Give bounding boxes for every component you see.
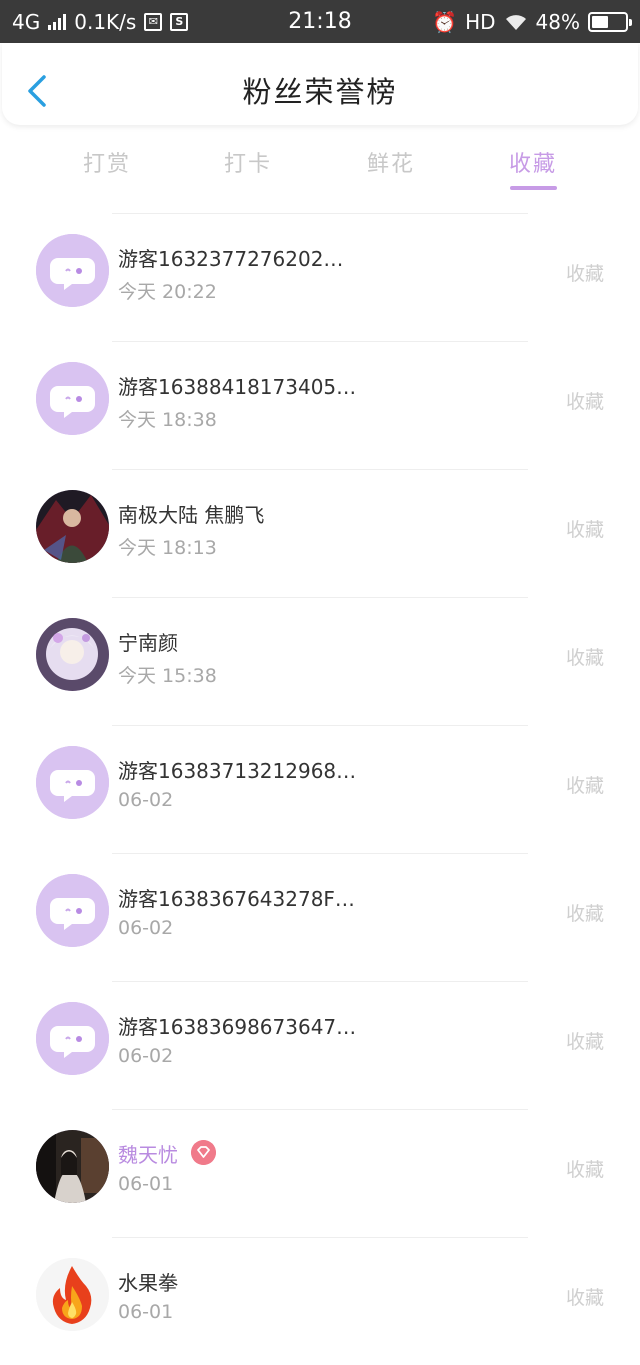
list-item[interactable]: 游客1632377276202… 今天 20:22 收藏: [0, 213, 640, 341]
action-label: 收藏: [565, 1031, 604, 1053]
action-label: 收藏: [565, 903, 604, 925]
page-title: 粉丝荣誉榜: [242, 75, 398, 109]
notification-icon: ✉: [144, 12, 163, 31]
guest-avatar-icon[interactable]: [36, 746, 109, 819]
action-label: 收藏: [565, 1287, 604, 1309]
timestamp: 今天 15:38: [118, 665, 217, 687]
hd-indicator: HD: [465, 9, 496, 34]
list-item[interactable]: 魏天忧 06-01 收藏: [0, 1109, 640, 1237]
tab-reward[interactable]: 打赏: [62, 146, 152, 178]
divider: [112, 213, 528, 214]
flame-avatar-icon[interactable]: [36, 1258, 109, 1331]
user-name: 魏天忧: [118, 1143, 178, 1167]
user-name: 游客16383713212968…: [118, 759, 357, 783]
user-name: 游客1632377276202…: [118, 247, 344, 271]
divider: [112, 981, 528, 982]
list-item[interactable]: 游客1638367643278F… 06-02 收藏: [0, 853, 640, 981]
tab-favorites[interactable]: 收藏: [488, 146, 578, 178]
user-name: 游客1638367643278F…: [118, 887, 355, 911]
action-label: 收藏: [565, 391, 604, 413]
guest-avatar-icon[interactable]: [36, 362, 109, 435]
status-bar: 4G 0.1K/s ✉ S 21:18 ⏰ HD 48%: [0, 0, 640, 43]
user-avatar-image[interactable]: [36, 618, 109, 691]
list-item[interactable]: 游客16383713212968… 06-02 收藏: [0, 725, 640, 853]
divider: [112, 597, 528, 598]
action-label: 收藏: [565, 519, 604, 541]
guest-avatar-icon[interactable]: [36, 234, 109, 307]
action-label: 收藏: [565, 1159, 604, 1181]
divider: [112, 725, 528, 726]
network-type: 4G: [12, 9, 41, 34]
list-item[interactable]: 游客16383698673647… 06-02 收藏: [0, 981, 640, 1109]
divider: [112, 341, 528, 342]
timestamp: 06-02: [118, 789, 174, 811]
timestamp: 06-01: [118, 1301, 174, 1323]
timestamp: 今天 18:38: [118, 409, 217, 431]
header: 粉丝荣誉榜: [2, 43, 638, 125]
fan-list: 游客1632377276202… 今天 20:22 收藏 游客163884181…: [0, 213, 640, 1365]
network-speed: 0.1K/s: [74, 9, 137, 34]
timestamp: 06-02: [118, 1045, 174, 1067]
user-name: 游客16383698673647…: [118, 1015, 357, 1039]
user-avatar-image[interactable]: [36, 490, 109, 563]
timestamp: 今天 18:13: [118, 537, 217, 559]
user-name: 水果拳: [118, 1271, 178, 1295]
battery-percent: 48%: [535, 9, 580, 34]
battery-icon: [588, 11, 632, 32]
list-item[interactable]: 宁南颜 今天 15:38 收藏: [0, 597, 640, 725]
user-name: 南极大陆 焦鹏飞: [118, 503, 265, 527]
tab-bar: 打赏 打卡 鲜花 收藏: [0, 140, 640, 200]
app-notification-icon: S: [170, 12, 189, 31]
timestamp: 06-02: [118, 917, 174, 939]
timestamp: 06-01: [118, 1173, 174, 1195]
alarm-icon: ⏰: [432, 9, 458, 34]
user-name: 宁南颜: [118, 631, 178, 655]
action-label: 收藏: [565, 775, 604, 797]
divider: [112, 1237, 528, 1238]
wifi-icon: [505, 14, 526, 30]
timestamp: 今天 20:22: [118, 281, 217, 303]
active-tab-indicator: [510, 186, 557, 190]
user-avatar-image[interactable]: [36, 1130, 109, 1203]
user-name: 游客16388418173405…: [118, 375, 357, 399]
divider: [112, 853, 528, 854]
list-item[interactable]: 南极大陆 焦鹏飞 今天 18:13 收藏: [0, 469, 640, 597]
guest-avatar-icon[interactable]: [36, 1002, 109, 1075]
list-item[interactable]: 游客16388418173405… 今天 18:38 收藏: [0, 341, 640, 469]
action-label: 收藏: [565, 263, 604, 285]
divider: [112, 469, 528, 470]
vip-diamond-icon: [191, 1140, 216, 1165]
action-label: 收藏: [565, 647, 604, 669]
tab-flowers[interactable]: 鲜花: [346, 146, 436, 178]
guest-avatar-icon[interactable]: [36, 874, 109, 947]
divider: [112, 1109, 528, 1110]
signal-icon: [48, 13, 67, 30]
tab-checkin[interactable]: 打卡: [203, 146, 293, 178]
